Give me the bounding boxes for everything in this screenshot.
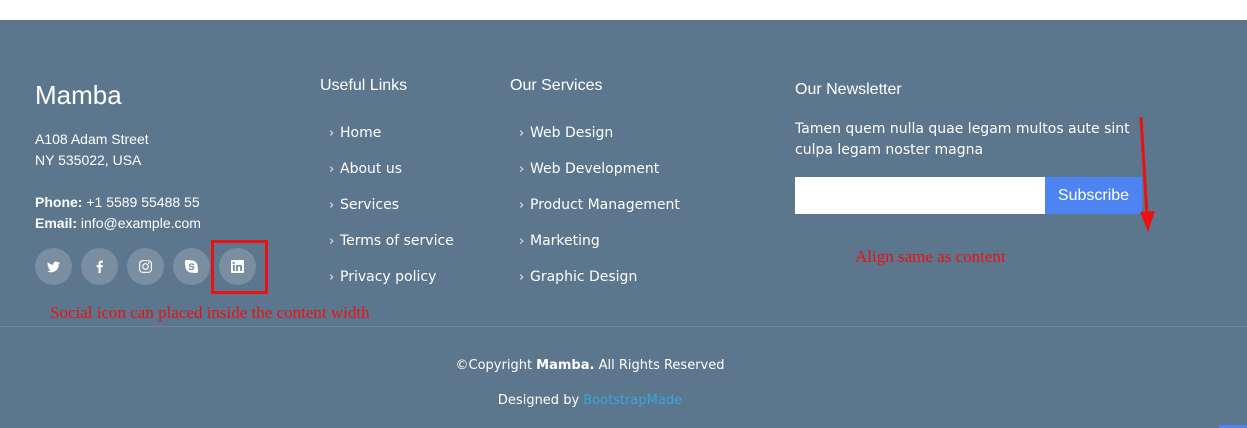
site-footer: Mamba A108 Adam Street NY 535022, USA Ph… bbox=[0, 20, 1247, 428]
chevron-right-icon: › bbox=[329, 125, 335, 141]
chevron-right-icon: › bbox=[329, 233, 335, 249]
footer-link-label: About us bbox=[340, 161, 403, 177]
chevron-right-icon: › bbox=[519, 161, 525, 177]
copyright-prefix: ©Copyright bbox=[455, 358, 537, 373]
services-heading: Our Services bbox=[510, 77, 603, 94]
newsletter-form: Subscribe bbox=[795, 177, 1142, 214]
email-value: info@example.com bbox=[80, 215, 201, 231]
chevron-right-icon: › bbox=[329, 161, 335, 177]
service-link-web-development[interactable]: › Web Development bbox=[519, 151, 680, 187]
service-link-graphic-design[interactable]: › Graphic Design bbox=[519, 259, 680, 295]
service-link-label: Web Design bbox=[530, 125, 614, 141]
chevron-right-icon: › bbox=[519, 197, 525, 213]
newsletter-description: Tamen quem nulla quae legam multos aute … bbox=[795, 121, 1130, 158]
phone-value: +1 5589 55488 55 bbox=[86, 194, 200, 210]
chevron-right-icon: › bbox=[329, 269, 335, 285]
footer-link-label: Services bbox=[340, 197, 400, 213]
instagram-button[interactable] bbox=[127, 248, 164, 285]
footer-link-terms[interactable]: › Terms of service bbox=[329, 223, 454, 259]
footer-link-about[interactable]: › About us bbox=[329, 151, 454, 187]
service-link-label: Product Management bbox=[530, 197, 680, 213]
twitter-button[interactable] bbox=[35, 248, 72, 285]
instagram-icon bbox=[139, 260, 152, 273]
newsletter-heading: Our Newsletter bbox=[795, 81, 902, 98]
email-line: Email: info@example.com bbox=[35, 213, 201, 234]
facebook-button[interactable] bbox=[81, 248, 118, 285]
designed-by-label: Designed by bbox=[497, 393, 584, 408]
service-link-web-design[interactable]: › Web Design bbox=[519, 115, 680, 151]
footer-brand: Mamba bbox=[35, 80, 122, 110]
service-link-label: Marketing bbox=[530, 233, 600, 249]
footer-divider bbox=[0, 326, 1247, 327]
chevron-right-icon: › bbox=[519, 269, 525, 285]
annotation-align-note: Align same as content bbox=[855, 247, 1006, 266]
service-link-label: Web Development bbox=[530, 161, 660, 177]
chevron-right-icon: › bbox=[329, 197, 335, 213]
useful-links-heading: Useful Links bbox=[320, 77, 408, 94]
credit-link[interactable]: BootstrapMade bbox=[583, 393, 682, 408]
chevron-right-icon: › bbox=[519, 125, 525, 141]
skype-button[interactable] bbox=[173, 248, 210, 285]
service-link-label: Graphic Design bbox=[530, 269, 638, 285]
designed-by-text: Designed by BootstrapMade bbox=[0, 393, 1180, 408]
footer-link-label: Terms of service bbox=[340, 233, 454, 249]
facebook-icon bbox=[96, 260, 103, 273]
twitter-icon bbox=[47, 261, 60, 273]
copyright-brand: Mamba. bbox=[536, 358, 595, 373]
service-link-marketing[interactable]: › Marketing bbox=[519, 223, 680, 259]
useful-links-list: › Home › About us › Services › Terms of serv… bbox=[329, 115, 454, 295]
footer-link-services[interactable]: › Services bbox=[329, 187, 454, 223]
phone-line: Phone: +1 5589 55488 55 bbox=[35, 192, 200, 213]
footer-link-label: Home bbox=[340, 125, 382, 141]
copyright-suffix: All Rights Reserved bbox=[594, 358, 725, 373]
annotation-social-note: Social icon can placed inside the conten… bbox=[50, 303, 370, 322]
subscribe-button[interactable]: Subscribe bbox=[1045, 177, 1142, 214]
footer-link-home[interactable]: › Home bbox=[329, 115, 454, 151]
skype-icon bbox=[185, 260, 198, 273]
services-list: › Web Design › Web Development › Product Ma… bbox=[519, 115, 680, 295]
footer-link-privacy[interactable]: › Privacy policy bbox=[329, 259, 454, 295]
phone-label: Phone: bbox=[35, 194, 83, 210]
copyright-text: ©Copyright Mamba. All Rights Reserved bbox=[0, 358, 1180, 373]
footer-link-label: Privacy policy bbox=[340, 269, 437, 285]
email-label: Email: bbox=[35, 215, 78, 231]
annotation-highlight-box bbox=[211, 240, 268, 294]
address-city: NY 535022, USA bbox=[35, 152, 142, 168]
chevron-right-icon: › bbox=[519, 233, 525, 249]
address-street: A108 Adam Street bbox=[35, 131, 149, 147]
service-link-product-management[interactable]: › Product Management bbox=[519, 187, 680, 223]
newsletter-email-input[interactable] bbox=[795, 177, 1045, 214]
